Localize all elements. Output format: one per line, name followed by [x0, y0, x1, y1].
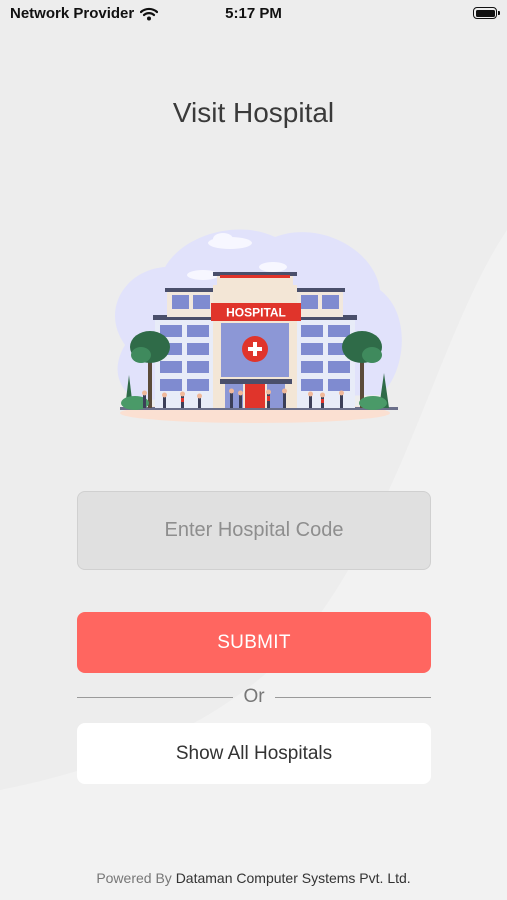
divider-text: Or [243, 686, 265, 707]
show-all-hospitals-button[interactable]: Show All Hospitals [77, 723, 431, 784]
status-time: 5:17 PM [225, 5, 282, 22]
footer-company: Dataman Computer Systems Pvt. Ltd. [175, 870, 411, 886]
submit-button[interactable]: SUBMIT [77, 612, 431, 673]
hospital-illustration: HOSPITAL [114, 229, 402, 423]
battery-icon [473, 7, 500, 19]
footer-prefix: Powered By [96, 870, 172, 886]
hospital-sign-text: HOSPITAL [226, 306, 286, 320]
footer: Powered By Dataman Computer Systems Pvt.… [0, 870, 507, 886]
status-bar: Network Provider 5:17 PM [0, 0, 507, 28]
entrance-door [245, 384, 265, 408]
divider-line-right [274, 696, 432, 698]
hospital-code-input[interactable] [77, 491, 431, 570]
page-title: Visit Hospital [172, 96, 335, 128]
divider-line-left [77, 696, 234, 698]
or-divider: Or [77, 684, 432, 710]
